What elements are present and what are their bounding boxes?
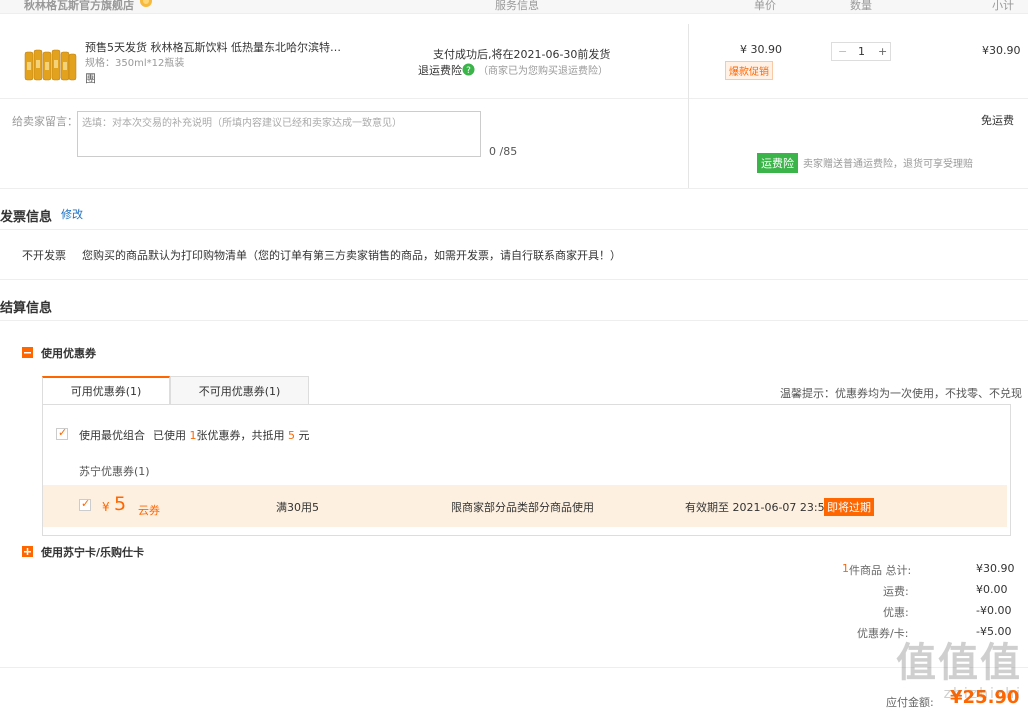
promo-badge: 爆款促销 — [725, 61, 773, 80]
svg-text:?: ? — [466, 66, 471, 76]
divider — [0, 188, 1028, 189]
used-prefix: 已使用 — [153, 429, 186, 442]
return-insurance-label: 退运费险 — [418, 64, 462, 77]
shipping-insurance-note: 卖家赠送普通运费险，退货可享受理赔 — [803, 159, 973, 170]
divider — [0, 279, 1028, 280]
product-title[interactable]: 预售5天发货 秋林格瓦斯饮料 低热量东北哈尔滨特… — [85, 39, 341, 55]
freight-label: 运费: — [883, 585, 909, 598]
tab-available-coupons[interactable]: 可用优惠券(1) — [42, 376, 170, 405]
divider — [0, 229, 1028, 230]
col-subtotal: 小计 — [992, 0, 1014, 12]
col-price: 单价 — [754, 0, 776, 12]
use-card-toggle[interactable]: 使用苏宁卡/乐购仕卡 — [41, 544, 144, 560]
coupon-tip: 温馨提示：优惠券均为一次使用，不找零、不兑现 — [780, 387, 1022, 400]
coupon-condition: 满30用5 — [276, 501, 319, 514]
used-amount: 5 — [288, 429, 295, 442]
used-count: 1 — [189, 429, 197, 442]
message-label: 给卖家留言： — [12, 115, 78, 128]
help-icon[interactable]: ? — [462, 63, 475, 76]
expire-badge: 即将过期 — [824, 498, 874, 516]
return-insurance-note: （商家已为您购买退运费险） — [478, 66, 608, 77]
use-coupon-toggle[interactable]: 使用优惠券 — [41, 345, 96, 361]
subtotal: ¥30.90 — [982, 44, 1021, 57]
qty-plus-button[interactable]: + — [878, 45, 887, 58]
product-spec: 规格：350ml*12瓶装 — [85, 58, 185, 69]
best-combo-label[interactable]: 使用最优组合 — [79, 427, 145, 443]
seller-message-input[interactable] — [77, 111, 481, 157]
coupon-used-summary: 已使用 1张优惠券，共抵用 5 元 — [153, 427, 310, 443]
invoice-edit-link[interactable]: 修改 — [61, 206, 83, 222]
coupon-amount: 5 — [114, 493, 127, 515]
store-badge-icon — [140, 0, 152, 7]
col-qty: 数量 — [850, 0, 872, 12]
order-summary: 1 件商品 总计: ¥30.90 运费: ¥0.00 优惠: -¥0.00 优惠… — [0, 0, 1028, 711]
divider — [688, 24, 689, 188]
qty-minus-button[interactable]: − — [838, 45, 847, 58]
used-mid: 张优惠券，共抵用 — [196, 429, 285, 442]
message-counter: 0 /85 — [489, 145, 518, 158]
product-thumbnail[interactable] — [22, 40, 78, 84]
item-count: 1 — [842, 562, 849, 575]
coupon-scope: 限商家部分品类部分商品使用 — [451, 501, 594, 514]
shipping-insurance-tag: 运费险 — [757, 153, 798, 173]
quantity-stepper: − 1 + — [831, 42, 891, 61]
coupon-group-label: 苏宁优惠券(1) — [79, 465, 150, 478]
shipping-fee: 免运费 — [981, 114, 1014, 127]
best-combo-checkbox[interactable] — [56, 426, 68, 440]
total-value: ¥30.90 — [976, 562, 1015, 575]
store-name[interactable]: 秋林格瓦斯官方旗舰店 — [24, 0, 134, 13]
qty-value[interactable]: 1 — [858, 45, 865, 58]
settlement-title: 结算信息 — [0, 301, 53, 316]
ship-note: 支付成功后,将在2021-06-30前发货 — [433, 48, 611, 61]
expand-icon[interactable] — [22, 546, 33, 557]
discount-value: -¥0.00 — [976, 604, 1012, 617]
coupon-checkbox[interactable] — [79, 497, 91, 511]
discount-label: 优惠: — [883, 606, 909, 619]
coupon-valid: 有效期至 2021-06-07 23:59 — [685, 501, 832, 514]
watermark-sub: zhizhizhi — [943, 686, 1022, 702]
invoice-type: 不开发票 — [22, 249, 66, 262]
watermark-logo: 值值值 — [896, 640, 1022, 686]
item-count-label: 件商品 总计: — [849, 564, 912, 577]
invoice-note: 您购买的商品默认为打印购物清单（您的订单有第三方卖家销售的商品，如需开发票，请自… — [82, 249, 621, 262]
used-suffix: 元 — [298, 429, 310, 442]
freight-value: ¥0.00 — [976, 583, 1008, 596]
divider — [0, 320, 1028, 321]
unit-price: ¥ 30.90 — [740, 43, 782, 56]
coupon-kind: 云券 — [138, 504, 160, 517]
col-service: 服务信息 — [495, 0, 539, 12]
group-buy-tag: 團 — [85, 72, 96, 85]
invoice-title: 发票信息 — [0, 210, 53, 225]
collapse-icon[interactable] — [22, 347, 33, 358]
order-table-header: 秋林格瓦斯官方旗舰店 服务信息 单价 数量 小计 — [0, 0, 1028, 14]
coupon-currency: ¥ — [102, 500, 110, 514]
site-watermark: 值值值 zhizhizhi — [872, 630, 1022, 711]
tab-unavailable-coupons[interactable]: 不可用优惠券(1) — [170, 376, 309, 405]
